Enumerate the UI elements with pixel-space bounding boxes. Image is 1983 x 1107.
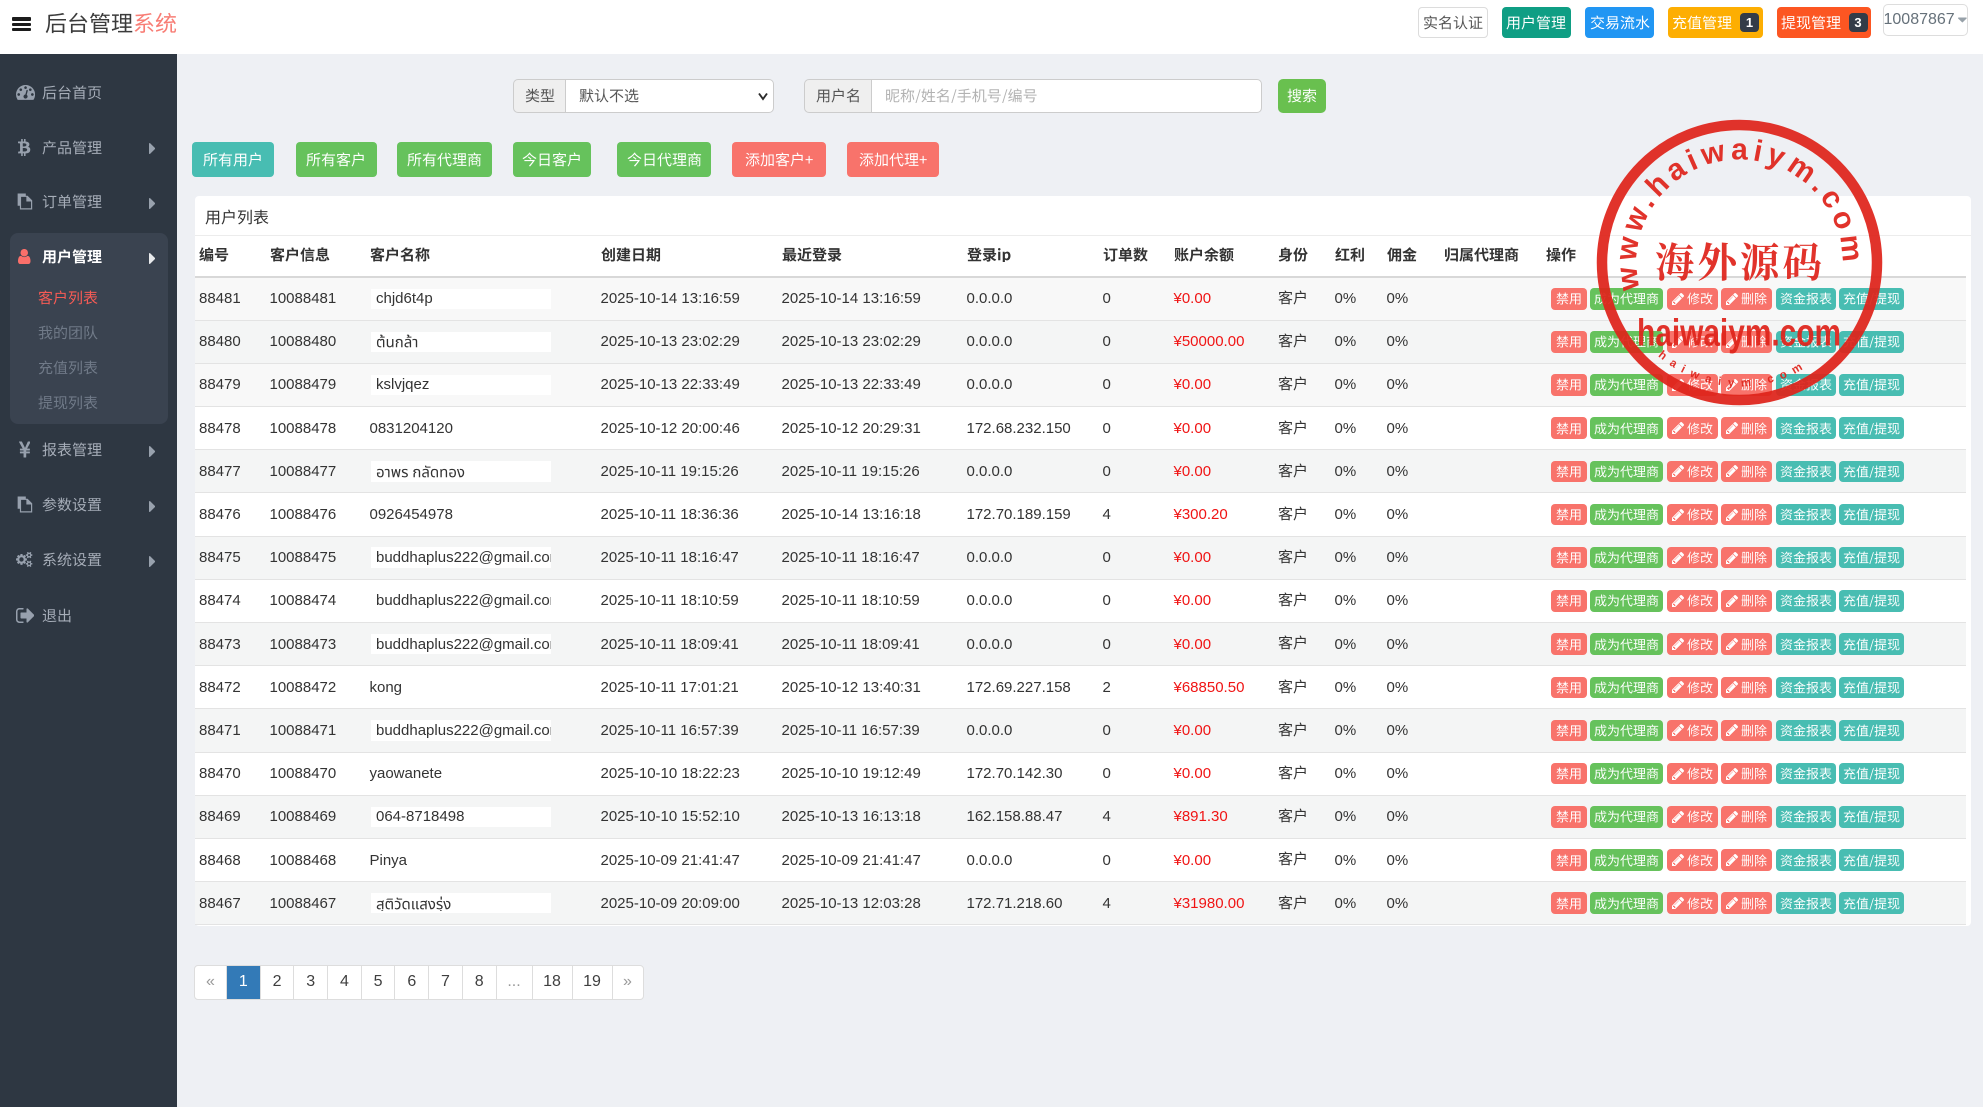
svg-text:haiwaiym.com: haiwaiym.com (1637, 313, 1841, 355)
